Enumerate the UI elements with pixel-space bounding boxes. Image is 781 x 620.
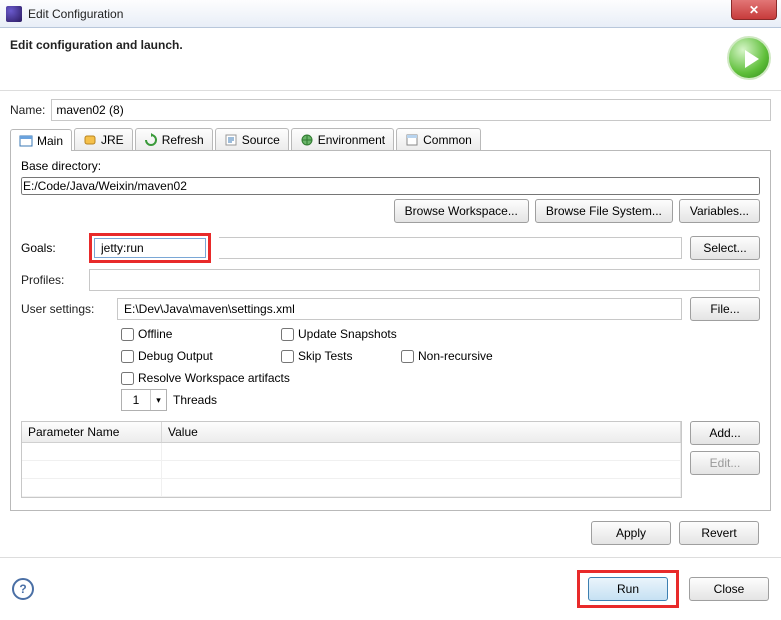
params-side-buttons: Add... Edit... — [690, 421, 760, 475]
browse-filesystem-button[interactable]: Browse File System... — [535, 199, 673, 223]
chevron-down-icon[interactable]: ▾ — [150, 390, 166, 410]
base-dir-buttons: Browse Workspace... Browse File System..… — [21, 199, 760, 223]
params-table[interactable]: Parameter Name Value — [21, 421, 682, 498]
non-recursive-checkbox[interactable]: Non-recursive — [401, 349, 531, 363]
table-row[interactable] — [22, 443, 681, 461]
profiles-row: Profiles: — [21, 269, 760, 291]
params-col-value: Value — [162, 422, 681, 442]
update-check-label: Update Snapshots — [298, 327, 397, 341]
tab-environment[interactable]: Environment — [291, 128, 394, 150]
common-tab-icon — [405, 133, 419, 147]
base-dir-label: Base directory: — [21, 159, 760, 173]
resolve-check-input[interactable] — [121, 372, 134, 385]
goals-label: Goals: — [21, 241, 81, 255]
tab-label: Environment — [318, 133, 385, 147]
close-icon: ✕ — [749, 3, 759, 17]
skip-tests-checkbox[interactable]: Skip Tests — [281, 349, 371, 363]
refresh-tab-icon — [144, 133, 158, 147]
footer-buttons: Run Close — [577, 570, 769, 608]
threads-row: ▾ Threads — [121, 389, 760, 411]
params-col-name: Parameter Name — [22, 422, 162, 442]
tab-common[interactable]: Common — [396, 128, 481, 150]
window-title: Edit Configuration — [28, 7, 123, 21]
update-snapshots-checkbox[interactable]: Update Snapshots — [281, 327, 411, 341]
run-highlight: Run — [577, 570, 679, 608]
goals-select-button[interactable]: Select... — [690, 236, 760, 260]
usersettings-file-button[interactable]: File... — [690, 297, 760, 321]
titlebar: Edit Configuration ✕ — [0, 0, 781, 28]
offline-checkbox[interactable]: Offline — [121, 327, 251, 341]
debug-output-checkbox[interactable]: Debug Output — [121, 349, 251, 363]
variables-button[interactable]: Variables... — [679, 199, 760, 223]
resolve-workspace-checkbox[interactable]: Resolve Workspace artifacts — [121, 371, 341, 385]
environment-tab-icon — [300, 133, 314, 147]
threads-label: Threads — [173, 393, 217, 407]
checkbox-group: Offline Update Snapshots Debug Output Sk… — [121, 327, 760, 385]
tab-refresh[interactable]: Refresh — [135, 128, 213, 150]
profiles-label: Profiles: — [21, 273, 81, 287]
revert-button[interactable]: Revert — [679, 521, 759, 545]
tab-label: Source — [242, 133, 280, 147]
run-hero-icon — [727, 36, 771, 80]
offline-check-label: Offline — [138, 327, 172, 341]
nonrec-check-input[interactable] — [401, 350, 414, 363]
threads-value[interactable] — [122, 390, 150, 410]
browse-workspace-button[interactable]: Browse Workspace... — [394, 199, 529, 223]
nonrec-check-label: Non-recursive — [418, 349, 493, 363]
dialog-header: Edit configuration and launch. — [0, 28, 781, 91]
threads-spinner[interactable]: ▾ — [121, 389, 167, 411]
tab-main[interactable]: Main — [10, 129, 72, 151]
tab-label: JRE — [101, 133, 124, 147]
tab-label: Main — [37, 134, 63, 148]
goals-highlight — [89, 233, 211, 263]
skip-check-input[interactable] — [281, 350, 294, 363]
help-icon[interactable]: ? — [12, 578, 34, 600]
tab-label: Refresh — [162, 133, 204, 147]
name-label: Name: — [10, 103, 45, 117]
apply-button[interactable]: Apply — [591, 521, 671, 545]
base-dir-input[interactable] — [21, 177, 760, 195]
goals-input[interactable] — [94, 238, 206, 258]
main-tab-icon — [19, 134, 33, 148]
debug-check-input[interactable] — [121, 350, 134, 363]
footer: ? Run Close — [0, 558, 781, 620]
profiles-input[interactable] — [89, 269, 760, 291]
update-check-input[interactable] — [281, 328, 294, 341]
tab-jre[interactable]: JRE — [74, 128, 133, 150]
apply-row: Apply Revert — [10, 511, 771, 545]
content-area: Name: Main JRE Refresh Source Environmen… — [0, 91, 781, 545]
usersettings-input[interactable] — [117, 298, 682, 320]
params-add-button[interactable]: Add... — [690, 421, 760, 445]
tab-label: Common — [423, 133, 472, 147]
close-button[interactable]: Close — [689, 577, 769, 601]
name-input[interactable] — [51, 99, 771, 121]
skip-check-label: Skip Tests — [298, 349, 352, 363]
resolve-check-label: Resolve Workspace artifacts — [138, 371, 290, 385]
goals-row: Goals: Select... — [21, 233, 760, 263]
tab-source[interactable]: Source — [215, 128, 289, 150]
jre-tab-icon — [83, 133, 97, 147]
name-row: Name: — [10, 99, 771, 121]
tab-strip: Main JRE Refresh Source Environment Comm… — [10, 127, 771, 151]
source-tab-icon — [224, 133, 238, 147]
offline-check-input[interactable] — [121, 328, 134, 341]
eclipse-icon — [6, 6, 22, 22]
params-edit-button: Edit... — [690, 451, 760, 475]
table-row[interactable] — [22, 461, 681, 479]
table-row[interactable] — [22, 479, 681, 497]
usersettings-row: User settings: File... — [21, 297, 760, 321]
run-button[interactable]: Run — [588, 577, 668, 601]
goals-input-remainder[interactable] — [219, 237, 682, 259]
main-panel: Base directory: Browse Workspace... Brow… — [10, 151, 771, 511]
header-subtitle: Edit configuration and launch. — [10, 36, 183, 52]
params-header: Parameter Name Value — [22, 422, 681, 443]
debug-check-label: Debug Output — [138, 349, 213, 363]
params-area: Parameter Name Value Add... Edit... — [21, 421, 760, 498]
usersettings-label: User settings: — [21, 302, 109, 316]
window-close-button[interactable]: ✕ — [731, 0, 777, 20]
